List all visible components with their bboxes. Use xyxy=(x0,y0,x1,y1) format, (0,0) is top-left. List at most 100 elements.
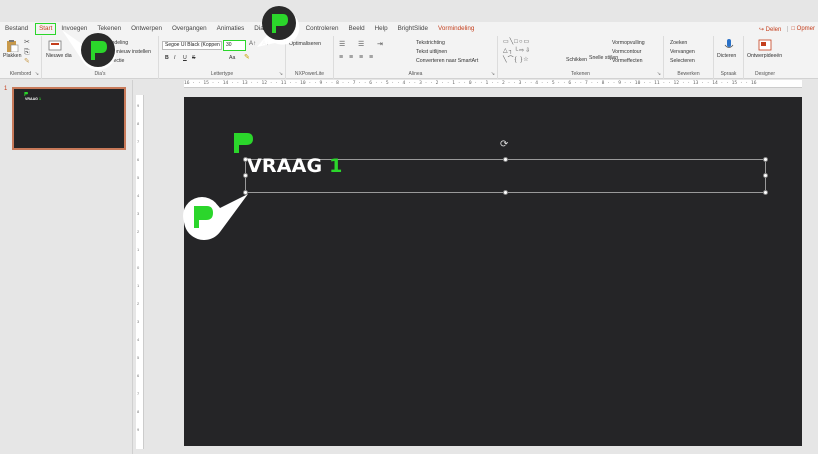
tab-bestand[interactable]: Bestand xyxy=(0,22,33,36)
tab-brightslide[interactable]: BrightSlide xyxy=(393,22,433,36)
logo-flag-icon xyxy=(234,133,253,153)
tab-overgangen[interactable]: Overgangen xyxy=(167,22,212,36)
clipboard-group: Plakken ✂ ⎘ ✎ Klembord ↘ xyxy=(0,36,42,79)
vruler-tick: 1 xyxy=(137,283,140,288)
tab-start[interactable]: Start xyxy=(35,23,57,35)
tab-animaties[interactable]: Animaties xyxy=(212,22,250,36)
tabbar-actions: ↪ Delen □ Opmer xyxy=(753,22,818,36)
vruler-tick: 2 xyxy=(137,301,140,306)
design-ideas-icon[interactable] xyxy=(758,39,772,51)
share-button[interactable]: ↪ Delen xyxy=(753,26,787,33)
editing-group: Zoeken Vervangen Selecteren Bewerken xyxy=(664,36,714,79)
font-launcher-icon[interactable]: ↘ xyxy=(279,71,283,77)
shapes-gallery-icon[interactable]: ▭╲□○▭ xyxy=(503,39,530,45)
editing-label: Bewerken xyxy=(677,71,700,77)
callout-bubble-fontsize xyxy=(257,6,300,47)
slide-thumbnail[interactable]: VRAAG 1 xyxy=(12,87,126,150)
vruler-tick: 6 xyxy=(137,157,140,162)
thumbnail-title-num: 1 xyxy=(38,97,41,101)
tab-controleren[interactable]: Controleren xyxy=(301,22,344,36)
vruler-tick: 8 xyxy=(137,409,140,414)
align-center-icon[interactable]: ≡ xyxy=(349,54,353,61)
font-family-select[interactable]: Segoe UI Black (Koppen xyxy=(162,41,222,50)
tab-beeld[interactable]: Beeld xyxy=(344,22,370,36)
resize-handle-tr[interactable] xyxy=(763,157,768,162)
thumbnail-title: VRAAG 1 xyxy=(25,97,41,101)
convert-smartart-button[interactable]: Converteren naar SmartArt xyxy=(416,58,478,64)
cut-icon[interactable]: ✂ xyxy=(24,39,30,46)
bold-button[interactable]: B xyxy=(165,55,169,61)
horizontal-ruler[interactable]: 16 · · 15 · · 14 · · 13 · · 12 · · 11 · … xyxy=(184,80,802,88)
resize-handle-b[interactable] xyxy=(503,190,508,195)
align-left-icon[interactable]: ≡ xyxy=(339,54,343,61)
arrange-button[interactable]: Schikken xyxy=(566,57,587,63)
slide-title-word: VRAAG xyxy=(247,155,323,177)
voice-group: Dicteren Spraak xyxy=(714,36,744,79)
shapes-gallery-row2-icon[interactable]: △┐└⇨⇩ xyxy=(503,48,531,54)
tab-vormindeling[interactable]: Vormindeling xyxy=(433,22,479,36)
find-button[interactable]: Zoeken xyxy=(670,40,687,46)
align-text-button[interactable]: Tekst uitlijnen xyxy=(416,49,447,55)
vertical-ruler[interactable]: 9 8 7 6 5 4 3 2 1 0 1 2 3 4 5 6 7 8 9 xyxy=(136,95,144,449)
vruler-tick: 0 xyxy=(137,265,140,270)
vruler-tick: 3 xyxy=(137,211,140,216)
resize-handle-r[interactable] xyxy=(763,173,768,178)
slide-title[interactable]: VRAAG 1 xyxy=(247,155,343,177)
shapes-gallery-row3-icon[interactable]: ╲⌒{ }☆ xyxy=(503,57,530,63)
numbering-icon[interactable]: ☰ xyxy=(358,41,364,48)
drawing-group: ▭╲□○▭ △┐└⇨⇩ ╲⌒{ }☆ Schikken Snelle stijl… xyxy=(498,36,664,79)
italic-button[interactable]: I xyxy=(174,55,175,61)
select-button[interactable]: Selecteren xyxy=(670,58,695,64)
rotate-handle-icon[interactable]: ⟳ xyxy=(500,139,508,150)
ribbon: Plakken ✂ ⎘ ✎ Klembord ↘ Nieuwe dia Inde… xyxy=(0,36,818,79)
vruler-tick: 4 xyxy=(137,193,140,198)
strikethrough-button[interactable]: S xyxy=(192,55,195,61)
underline-button[interactable]: U xyxy=(183,55,187,61)
slide-number: 1 xyxy=(4,86,8,92)
vruler-tick: 5 xyxy=(137,175,140,180)
clipboard-launcher-icon[interactable]: ↘ xyxy=(35,71,39,77)
align-right-icon[interactable]: ≡ xyxy=(359,54,363,61)
vruler-tick: 2 xyxy=(137,229,140,234)
shape-fill-button[interactable]: Vormopvulling xyxy=(612,40,645,46)
voice-label: Spraak xyxy=(720,71,737,77)
design-ideas-button[interactable]: Ontwerpideeën xyxy=(747,53,782,59)
nxpowerlite-label: NXPowerLite xyxy=(294,71,325,77)
highlight-icon[interactable]: ✎ xyxy=(244,54,250,61)
paragraph-launcher-icon[interactable]: ↘ xyxy=(491,71,495,77)
resize-handle-t[interactable] xyxy=(503,157,508,162)
text-direction-button[interactable]: Tekstrichting xyxy=(416,40,445,46)
shape-outline-button[interactable]: Vormcontour xyxy=(612,49,641,55)
font-label: Lettertype xyxy=(210,71,234,77)
dictate-button[interactable]: Dicteren xyxy=(717,53,736,59)
resize-handle-br[interactable] xyxy=(763,190,768,195)
comments-button[interactable]: □ Opmer xyxy=(787,26,818,32)
paragraph-group: ☰ ☰ ⇥ ≡ ≡ ≡ ≡ Tekstrichting Tekst uitlij… xyxy=(334,36,498,79)
powerpoint-window: Bestand Start Invoegen Tekenen Ontwerpen Over… xyxy=(0,0,818,454)
slide-canvas[interactable]: ⟳ VRAAG 1 xyxy=(184,97,802,446)
change-case-button[interactable]: Aa xyxy=(229,55,235,61)
font-size-select[interactable]: 30 xyxy=(223,40,246,51)
justify-icon[interactable]: ≡ xyxy=(369,54,373,61)
tab-ontwerpen[interactable]: Ontwerpen xyxy=(126,22,167,36)
designer-label: Designer xyxy=(754,71,775,77)
copy-icon[interactable]: ⎘ xyxy=(24,49,30,56)
shape-effects-button[interactable]: Vormeffecten xyxy=(612,58,642,64)
thumbnail-title-word: VRAAG xyxy=(25,97,38,101)
vruler-tick: 8 xyxy=(137,121,140,126)
vruler-tick: 6 xyxy=(137,373,140,378)
paste-icon[interactable] xyxy=(5,40,19,52)
microphone-icon[interactable] xyxy=(722,39,736,51)
designer-group: Ontwerpideeën Designer xyxy=(744,36,786,79)
paragraph-label: Alinea xyxy=(408,71,423,77)
drawing-label: Tekenen xyxy=(571,71,590,77)
tab-help[interactable]: Help xyxy=(370,22,393,36)
replace-button[interactable]: Vervangen xyxy=(670,49,695,55)
paste-label[interactable]: Plakken xyxy=(3,53,21,59)
drawing-launcher-icon[interactable]: ↘ xyxy=(657,71,661,77)
vruler-tick: 5 xyxy=(137,355,140,360)
bullets-icon[interactable]: ☰ xyxy=(339,41,345,48)
format-painter-icon[interactable]: ✎ xyxy=(24,58,30,65)
slide-title-num: 1 xyxy=(329,155,343,177)
indent-icon[interactable]: ⇥ xyxy=(377,41,383,48)
